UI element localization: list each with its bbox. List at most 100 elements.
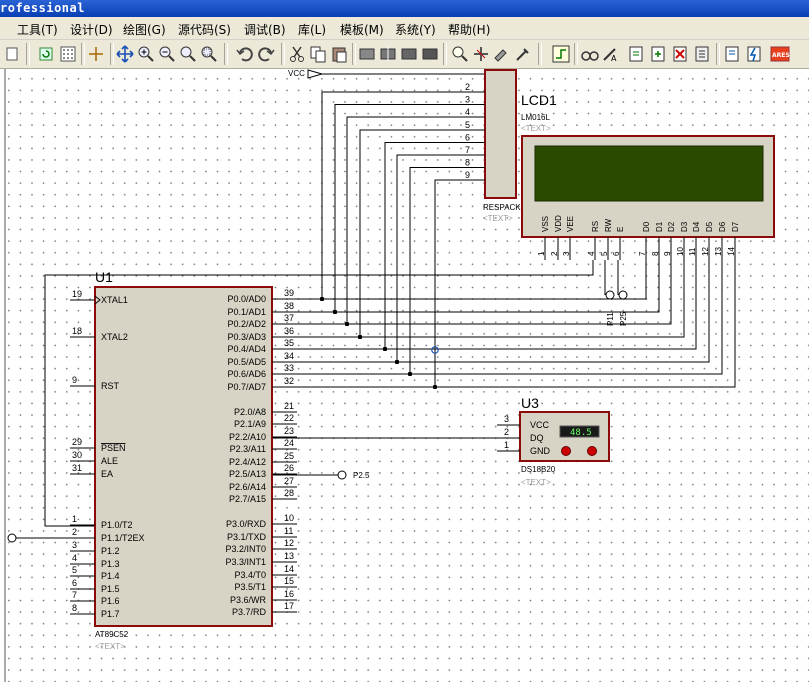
mcu-pin-number: 32 (284, 376, 294, 386)
menu-item-system[interactable]: 系统(Y) (395, 21, 436, 38)
respack-body[interactable] (484, 69, 517, 199)
lcd-pin-label: D4 (692, 221, 701, 232)
refresh-icon[interactable] (36, 44, 56, 64)
new-sheet-icon[interactable] (2, 44, 22, 64)
bus-wire (384, 141, 460, 349)
mcu-pin-number: 12 (284, 538, 294, 548)
terminal-p2-5[interactable] (337, 470, 347, 480)
lcd-pin-label: D1 (655, 221, 664, 232)
electrical-check-icon[interactable] (692, 44, 712, 64)
menu-item-template[interactable]: 模板(M) (340, 21, 384, 38)
make-device-icon[interactable] (471, 44, 491, 64)
mcu-pin-label: P1.2 (101, 546, 120, 556)
menu-item-debug[interactable]: 调试(B) (244, 21, 286, 38)
mcu-pin-number: 33 (284, 363, 294, 373)
lcd-pin-number: 1 (537, 251, 546, 256)
mcu-pin-label: P3.0/RXD (226, 519, 267, 529)
zoom-all-icon[interactable] (178, 44, 198, 64)
menu-item-help[interactable]: 帮助(H) (448, 21, 490, 38)
wire-junction (357, 334, 363, 340)
pan-icon[interactable] (115, 44, 135, 64)
lcd-pin-number: 7 (638, 251, 647, 256)
package-icon[interactable] (492, 44, 512, 64)
ares-icon[interactable]: ARES (770, 44, 790, 64)
respack-text: <TEXT> (483, 214, 513, 223)
schematic-canvas[interactable]: VCC 23456789 RESPACK-8 <TEXT> LCD1 LM016… (0, 69, 809, 682)
lcd-pin-number: 6 (612, 251, 621, 256)
block-delete-icon[interactable] (420, 44, 440, 64)
grid-icon[interactable] (58, 44, 78, 64)
lcd-pin-number: 13 (714, 247, 723, 256)
redo-icon[interactable] (256, 44, 276, 64)
lightning-icon[interactable] (744, 44, 764, 64)
mcu-pin-label: P2.4/A12 (229, 457, 266, 467)
mcu-pin-number: 24 (284, 438, 294, 448)
wire-junction (382, 346, 388, 352)
temp-down-button[interactable] (561, 446, 571, 456)
respack-pin-number: 9 (465, 170, 470, 180)
pick-device-icon[interactable] (450, 44, 470, 64)
sensor-pin-label: DQ (530, 433, 544, 443)
mcu-pin-number: 38 (284, 301, 294, 311)
sensor-ref: U3 (521, 395, 539, 411)
property-assign-icon[interactable]: A (601, 44, 621, 64)
mcu-pin-label: P1.0/T2 (101, 520, 133, 530)
lcd-pin-label: E (616, 227, 625, 232)
netlist-icon[interactable] (722, 44, 742, 64)
cut-icon[interactable] (287, 44, 307, 64)
toolbar-separator (26, 43, 30, 65)
respack-pin-number: 2 (465, 82, 470, 92)
mcu-pin-number: 8 (72, 603, 77, 613)
new-sheet-2-icon[interactable] (626, 44, 646, 64)
block-move-icon[interactable] (378, 44, 398, 64)
copy-icon[interactable] (308, 44, 328, 64)
mcu-pin-number: 35 (284, 338, 294, 348)
menu-item-graph[interactable]: 绘图(G) (123, 21, 166, 38)
paste-icon[interactable] (329, 44, 349, 64)
menu-item-design[interactable]: 设计(D) (70, 21, 113, 38)
mcu-pin-number: 2 (72, 527, 77, 537)
menu-item-library[interactable]: 库(L) (298, 21, 326, 38)
block-rotate-icon[interactable] (399, 44, 419, 64)
zoom-out-icon[interactable] (157, 44, 177, 64)
mcu-pin-label: P0.5/AD5 (227, 357, 266, 367)
vcc-power-port[interactable] (307, 69, 324, 79)
schematic-drawing[interactable]: VCC 23456789 RESPACK-8 <TEXT> LCD1 LM016… (0, 69, 809, 682)
block-copy-icon[interactable] (357, 44, 377, 64)
wire-autorouter-icon[interactable] (551, 44, 571, 64)
lcd-ref: LCD1 (521, 92, 557, 108)
bill-of-materials-icon[interactable] (670, 44, 690, 64)
origin-icon[interactable] (86, 44, 106, 64)
lcd-pin-label: D0 (642, 221, 651, 232)
terminal-p11[interactable] (605, 290, 615, 300)
mcu-pin-label: EA (101, 469, 113, 479)
mcu-pin-number: 22 (284, 413, 294, 423)
lcd-pin-label: D3 (680, 221, 689, 232)
terminal-p1-1[interactable] (7, 533, 17, 543)
search-tag-icon[interactable] (580, 44, 600, 64)
mcu-pin-label: P0.6/AD6 (227, 369, 266, 379)
mcu-pin-label: P3.5/T1 (234, 582, 266, 592)
mcu-ref: U1 (95, 269, 113, 285)
lcd-pin-label: D6 (718, 221, 727, 232)
terminal-p25[interactable] (618, 290, 628, 300)
sensor-pin-number: 1 (504, 440, 509, 450)
toolbar-separator (281, 43, 285, 65)
undo-icon[interactable] (235, 44, 255, 64)
toolbar-separator (110, 43, 114, 65)
sensor-text: <TEXT> (521, 478, 551, 487)
lcd-pin-label: D7 (731, 221, 740, 232)
bus-wire (434, 179, 460, 387)
remove-sheet-icon[interactable] (648, 44, 668, 64)
zoom-area-icon[interactable] (199, 44, 219, 64)
mcu-pin-number: 18 (72, 326, 82, 336)
lcd-pin-label: D5 (705, 221, 714, 232)
mcu-pin-label: P0.3/AD3 (227, 332, 266, 342)
menu-item-tools[interactable]: 工具(T) (17, 21, 58, 38)
temp-up-button[interactable] (587, 446, 597, 456)
lcd-text: <TEXT> (521, 124, 551, 133)
sensor-part: DS18B20 (521, 465, 556, 474)
menu-item-source[interactable]: 源代码(S) (178, 21, 231, 38)
zoom-in-icon[interactable] (136, 44, 156, 64)
decompose-icon[interactable] (513, 44, 533, 64)
